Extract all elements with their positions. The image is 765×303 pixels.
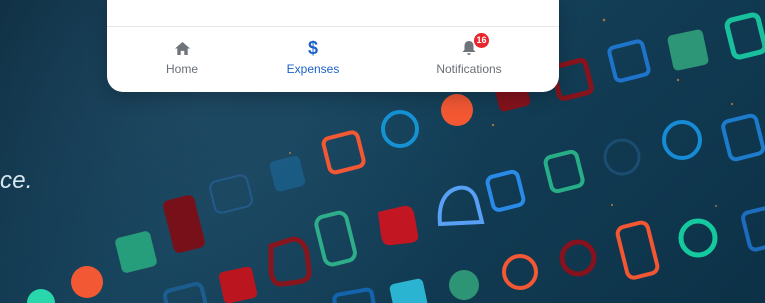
caption-fragment: ce. — [0, 167, 33, 194]
nav-home-label: Home — [165, 62, 198, 76]
app-bottom-sheet-card: Home $ Expenses 16 Notifications — [107, 0, 559, 92]
promo-background: ce. Home $ Expenses 16 Notifications — [0, 0, 765, 303]
nav-notifications[interactable]: 16 Notifications — [409, 33, 529, 76]
bottom-navigation: Home $ Expenses 16 Notifications — [107, 27, 559, 81]
bell-icon: 16 — [457, 33, 489, 58]
card-top-space — [107, 0, 559, 27]
notification-count-badge: 16 — [474, 33, 489, 48]
nav-notifications-label: Notifications — [436, 62, 502, 76]
nav-home[interactable]: Home — [147, 38, 217, 76]
dollar-icon: $ — [307, 38, 318, 58]
home-icon — [170, 38, 194, 58]
nav-expenses[interactable]: $ Expenses — [253, 38, 373, 76]
nav-expenses-label: Expenses — [286, 62, 340, 76]
